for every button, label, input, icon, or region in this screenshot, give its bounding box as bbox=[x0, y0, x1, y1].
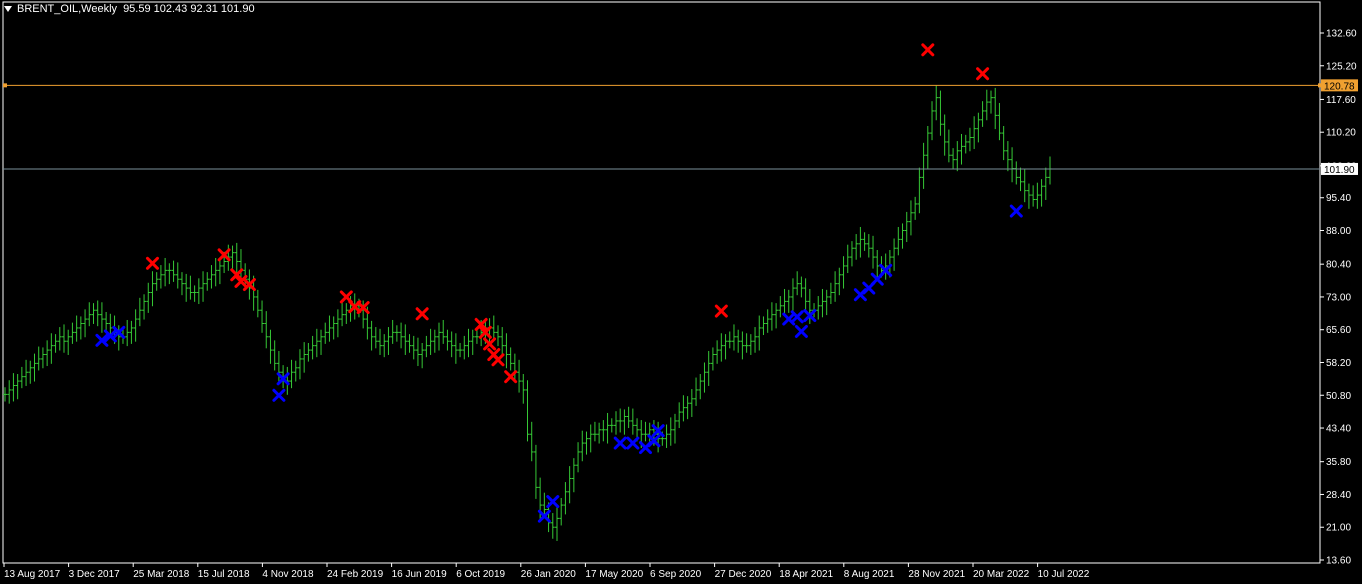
y-tick-label: 117.60 bbox=[1326, 95, 1356, 106]
y-tick-label: 110.20 bbox=[1326, 128, 1356, 139]
y-tick-label: 125.20 bbox=[1326, 61, 1357, 72]
y-tick-label: 65.60 bbox=[1326, 325, 1351, 336]
x-tick-label: 13 Aug 2017 bbox=[4, 569, 61, 580]
level-price-label: 120.78 bbox=[1324, 81, 1355, 92]
price-chart[interactable]: 132.60125.20117.60110.20102.6095.4088.00… bbox=[0, 0, 1362, 584]
current-price-label: 101.90 bbox=[1324, 165, 1355, 176]
x-tick-label: 6 Sep 2020 bbox=[650, 569, 702, 580]
y-tick-label: 13.60 bbox=[1326, 556, 1351, 567]
y-tick-label: 28.40 bbox=[1326, 490, 1351, 501]
y-tick-label: 73.00 bbox=[1326, 292, 1351, 303]
plot-frame bbox=[2, 1, 1321, 564]
y-tick-label: 58.20 bbox=[1326, 358, 1351, 369]
x-tick-label: 27 Dec 2020 bbox=[715, 569, 772, 580]
x-tick-label: 20 Mar 2022 bbox=[973, 569, 1030, 580]
y-tick-label: 80.40 bbox=[1326, 260, 1351, 271]
x-tick-label: 6 Oct 2019 bbox=[456, 569, 505, 580]
x-tick-label: 15 Jul 2018 bbox=[198, 569, 250, 580]
x-tick-label: 4 Nov 2018 bbox=[262, 569, 314, 580]
y-tick-label: 50.80 bbox=[1326, 391, 1351, 402]
x-tick-label: 10 Jul 2022 bbox=[1038, 569, 1090, 580]
x-tick-label: 25 Mar 2018 bbox=[133, 569, 190, 580]
y-tick-label: 88.00 bbox=[1326, 226, 1351, 237]
x-tick-label: 17 May 2020 bbox=[585, 569, 643, 580]
y-tick-label: 95.40 bbox=[1326, 193, 1351, 204]
x-tick-label: 8 Aug 2021 bbox=[844, 569, 895, 580]
y-tick-label: 21.00 bbox=[1326, 523, 1351, 534]
y-tick-label: 35.80 bbox=[1326, 457, 1351, 468]
level-handle-left[interactable] bbox=[3, 83, 7, 88]
x-tick-label: 24 Feb 2019 bbox=[327, 569, 384, 580]
y-tick-label: 43.40 bbox=[1326, 424, 1351, 435]
y-tick-label: 132.60 bbox=[1326, 29, 1357, 40]
x-tick-label: 3 Dec 2017 bbox=[69, 569, 121, 580]
x-tick-label: 16 Jun 2019 bbox=[392, 569, 447, 580]
x-tick-label: 18 Apr 2021 bbox=[779, 569, 833, 580]
x-tick-label: 26 Jan 2020 bbox=[521, 569, 576, 580]
x-tick-label: 28 Nov 2021 bbox=[908, 569, 965, 580]
